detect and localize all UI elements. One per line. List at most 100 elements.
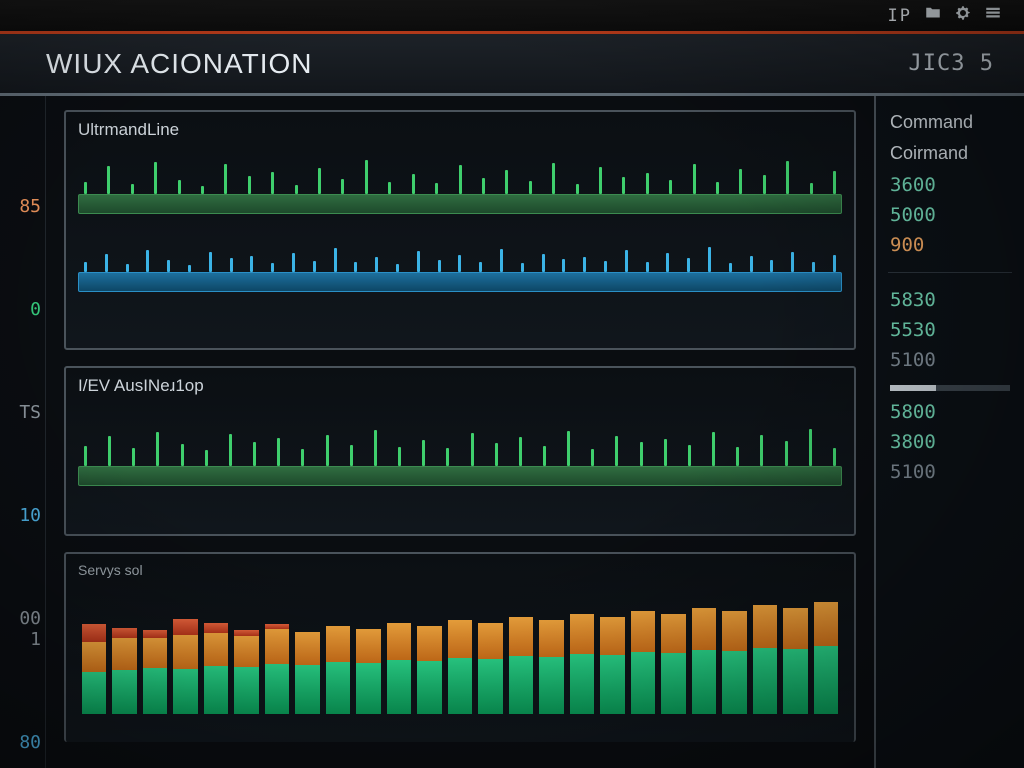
heat-segment-green: [448, 658, 472, 714]
tick: [786, 161, 789, 194]
tick: [230, 258, 233, 272]
meter-strip-blue: [78, 226, 842, 292]
tick: [131, 184, 134, 194]
heat-segment-orange: [814, 602, 838, 646]
folder-icon[interactable]: [924, 4, 942, 27]
heat-segment-orange: [478, 623, 502, 659]
menu-icon[interactable]: [984, 4, 1002, 27]
heat-column: [478, 584, 502, 714]
heat-segment-orange: [509, 617, 533, 656]
tick: [295, 185, 298, 194]
tick: [812, 262, 815, 272]
heat-segment-green: [661, 653, 685, 714]
tick: [833, 255, 836, 272]
tick: [664, 439, 667, 466]
tick: [599, 167, 602, 194]
heat-segment-green: [234, 667, 258, 714]
heat-segment-green: [326, 662, 350, 714]
tick: [341, 179, 344, 194]
heat-column: [265, 584, 289, 714]
tick: [543, 446, 546, 466]
tick: [519, 437, 522, 466]
panel-ultrmandline: UltrmandLine: [64, 110, 856, 350]
tick: [105, 254, 108, 272]
level-bar: [78, 194, 842, 214]
left-gutter: 85 0 TS 10 00 1 80: [0, 96, 46, 768]
tick: [622, 177, 625, 194]
heat-segment-green: [509, 656, 533, 714]
heat-column: [509, 584, 533, 714]
tick: [736, 447, 739, 466]
tick: [708, 247, 711, 272]
tick: [107, 166, 110, 194]
tick: [84, 446, 87, 466]
tick: [412, 174, 415, 194]
tick: [178, 180, 181, 194]
sidebar-value: 5800: [890, 401, 1010, 423]
tick: [435, 183, 438, 194]
panel-servys: Servys sol: [64, 552, 856, 742]
heat-segment-green: [722, 651, 746, 714]
heat-segment-green: [539, 657, 563, 714]
session-code: JIC3 5: [909, 51, 994, 76]
heat-column: [82, 584, 106, 714]
heat-segment-orange: [356, 629, 380, 663]
tick: [688, 445, 691, 466]
heat-segment-green: [600, 655, 624, 714]
tick: [604, 261, 607, 272]
tick: [375, 257, 378, 272]
tick: [350, 445, 353, 466]
tick: [615, 436, 618, 466]
gutter-tick: 80: [0, 732, 45, 753]
gear-icon[interactable]: [954, 4, 972, 27]
tick: [810, 183, 813, 194]
tick: [146, 250, 149, 272]
gutter-tick: 0: [0, 299, 45, 320]
heat-segment-orange: [448, 620, 472, 658]
tick: [625, 250, 628, 272]
tick: [687, 258, 690, 272]
tick: [271, 172, 274, 194]
heat-segment-orange: [204, 633, 228, 666]
tick: [791, 252, 794, 272]
heat-segment-orange: [387, 623, 411, 660]
heat-segment-orange: [661, 614, 685, 653]
tick: [646, 173, 649, 194]
heat-column: [661, 584, 685, 714]
tick: [84, 262, 87, 272]
gutter-tick: 00 1: [0, 608, 45, 650]
tick: [396, 264, 399, 272]
heat-segment-orange: [234, 636, 258, 667]
heat-column: [814, 584, 838, 714]
heat-segment-green: [753, 648, 777, 714]
tick: [84, 182, 87, 194]
tick: [576, 184, 579, 194]
window-title-a: WIUX: [46, 48, 123, 79]
heat-segment-green: [692, 650, 716, 714]
tick: [201, 186, 204, 194]
heat-column: [448, 584, 472, 714]
sidebar-value: 5530: [890, 319, 1010, 341]
tick: [785, 441, 788, 466]
sidebar-header: Coirmand: [890, 143, 1010, 164]
tick: [521, 263, 524, 272]
tick: [156, 432, 159, 466]
tick: [666, 253, 669, 272]
heat-column: [143, 584, 167, 714]
heat-segment-orange: [417, 626, 441, 661]
heat-segment-green: [356, 663, 380, 714]
heat-column: [600, 584, 624, 714]
heat-column: [722, 584, 746, 714]
tick: [277, 438, 280, 466]
sidebar-header: Command: [890, 112, 1010, 133]
tick: [398, 447, 401, 466]
tick: [334, 248, 337, 272]
heat-segment-orange: [570, 614, 594, 654]
heat-segment-red: [143, 630, 167, 638]
tick: [446, 448, 449, 466]
tick: [693, 164, 696, 194]
tick: [205, 450, 208, 466]
tick: [417, 251, 420, 272]
panel-subtitle: Servys sol: [78, 562, 842, 578]
heat-segment-orange: [295, 632, 319, 665]
